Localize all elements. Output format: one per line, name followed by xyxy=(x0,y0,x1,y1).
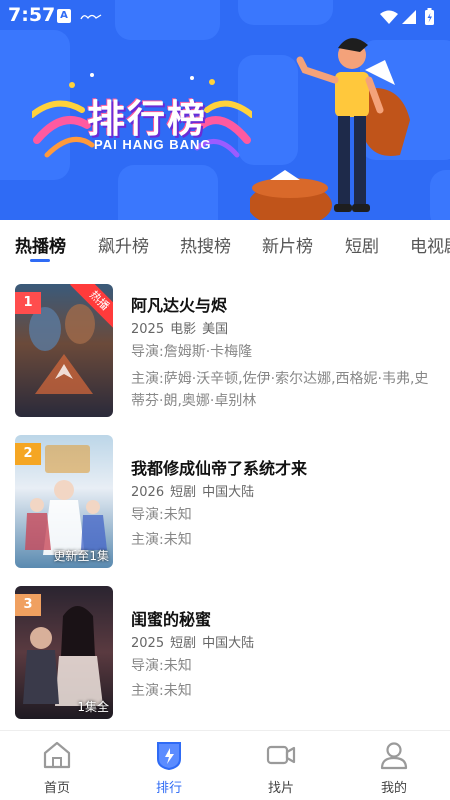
item-year: 2025 xyxy=(131,636,165,651)
ranking-list-item[interactable]: 1 热播 阿凡达火与烬 2025 电影 美国 导演:詹姆斯·卡梅隆 主演:萨姆·沃辛… xyxy=(0,284,450,424)
banner-title-group: 排行榜 PAI HANG BANG xyxy=(32,70,252,170)
ranking-banner: 7:57 A 排行榜 PAI HANG BANG xyxy=(0,0,450,220)
nav-find-label: 找片 xyxy=(267,781,294,796)
cast-label: 主演: xyxy=(131,683,164,699)
poster-image[interactable]: 3 1集全 xyxy=(15,586,113,719)
banner-subtitle: PAI HANG BANG xyxy=(94,137,212,152)
item-cast: 主演:未知 xyxy=(131,529,431,551)
home-icon xyxy=(43,741,71,769)
item-year: 2025 xyxy=(131,322,165,337)
category-tabs: 热播榜 飙升榜 热搜榜 新片榜 短剧 电视剧 xyxy=(0,220,450,270)
item-region: 中国大陆 xyxy=(202,485,255,500)
item-title[interactable]: 阿凡达火与烬 xyxy=(131,292,227,316)
nav-ranking-label: 排行 xyxy=(155,781,182,796)
cast-value: 萨姆·沃辛顿,佐伊·索尔达娜,西格妮·韦弗,史蒂芬·朗,奥娜·卓别林 xyxy=(131,371,429,409)
nav-profile[interactable]: 我的 xyxy=(354,739,434,799)
poster-caption: 1集全 xyxy=(77,700,109,714)
status-bar: 7:57 A xyxy=(0,0,450,32)
tab-tv-series[interactable]: 电视剧 xyxy=(410,232,450,257)
ranking-icon xyxy=(157,742,181,771)
item-year: 2026 xyxy=(131,485,165,500)
tab-new-releases[interactable]: 新片榜 xyxy=(262,232,313,257)
item-genre: 短剧 xyxy=(170,485,197,500)
item-genre: 短剧 xyxy=(170,636,197,651)
rank-badge: 3 xyxy=(15,594,41,616)
ranking-list-item[interactable]: 3 1集全 闺蜜的秘蜜 2025 短剧 中国大陆 导演:未知 主演:未知 xyxy=(0,586,450,726)
bottom-navigation: 首页 排行 找片 我的 xyxy=(0,730,450,800)
item-region: 美国 xyxy=(202,322,229,337)
tab-trending-search[interactable]: 热搜榜 xyxy=(180,232,231,257)
item-director: 导演:詹姆斯·卡梅隆 xyxy=(131,341,431,363)
director-value: 詹姆斯·卡梅隆 xyxy=(163,344,253,360)
status-time: 7:57 xyxy=(8,4,56,26)
item-director: 导演:未知 xyxy=(131,504,431,526)
cast-value: 未知 xyxy=(163,683,192,699)
mascot-illustration-icon xyxy=(250,38,410,220)
tab-rising[interactable]: 飙升榜 xyxy=(98,232,149,257)
item-meta: 2025 短剧 中国大陆 xyxy=(131,632,260,651)
nav-home[interactable]: 首页 xyxy=(17,739,97,799)
app-logo-icon xyxy=(80,14,102,20)
poster-image[interactable]: 2 更新至1集 xyxy=(15,435,113,568)
director-value: 未知 xyxy=(163,658,192,674)
poster-image[interactable]: 1 热播 xyxy=(15,284,113,417)
director-label: 导演: xyxy=(131,507,164,523)
tab-indicator xyxy=(30,259,50,262)
item-title[interactable]: 我都修成仙帝了系统才来 xyxy=(131,455,307,479)
tab-hot[interactable]: 热播榜 xyxy=(15,232,66,257)
tab-short-drama[interactable]: 短剧 xyxy=(345,232,379,257)
item-title[interactable]: 闺蜜的秘蜜 xyxy=(131,606,211,630)
nav-find[interactable]: 找片 xyxy=(241,739,321,799)
item-region: 中国大陆 xyxy=(202,636,255,651)
poster-caption: 更新至1集 xyxy=(53,549,109,563)
cast-label: 主演: xyxy=(131,371,164,387)
cast-value: 未知 xyxy=(163,532,192,548)
director-value: 未知 xyxy=(163,507,192,523)
director-label: 导演: xyxy=(131,658,164,674)
nav-ranking[interactable]: 排行 xyxy=(129,739,209,799)
item-meta: 2025 电影 美国 xyxy=(131,318,234,337)
banner-title: 排行榜 xyxy=(87,97,208,141)
nav-profile-label: 我的 xyxy=(380,781,407,796)
cast-label: 主演: xyxy=(131,532,164,548)
video-camera-icon xyxy=(266,745,296,765)
rank-badge: 1 xyxy=(15,292,41,314)
system-status-icons xyxy=(380,8,434,25)
director-label: 导演: xyxy=(131,344,164,360)
item-cast: 主演:萨姆·沃辛顿,佐伊·索尔达娜,西格妮·韦弗,史蒂芬·朗,奥娜·卓别林 xyxy=(131,368,431,412)
nav-home-label: 首页 xyxy=(43,781,70,796)
item-cast: 主演:未知 xyxy=(131,680,431,702)
rank-badge: 2 xyxy=(15,443,41,465)
item-meta: 2026 短剧 中国大陆 xyxy=(131,481,260,500)
item-director: 导演:未知 xyxy=(131,655,431,677)
user-icon xyxy=(380,742,408,770)
ranking-screen: 7:57 A 排行榜 PAI HANG BANG 热播榜 飙升榜 热搜榜 新片榜… xyxy=(0,0,450,800)
item-genre: 电影 xyxy=(170,322,197,337)
app-notification-icon: A xyxy=(57,9,71,23)
ranking-list-item[interactable]: 2 更新至1集 我都修成仙帝了系统才来 2026 短剧 中国大陆 导演:未知 主演:… xyxy=(0,435,450,575)
